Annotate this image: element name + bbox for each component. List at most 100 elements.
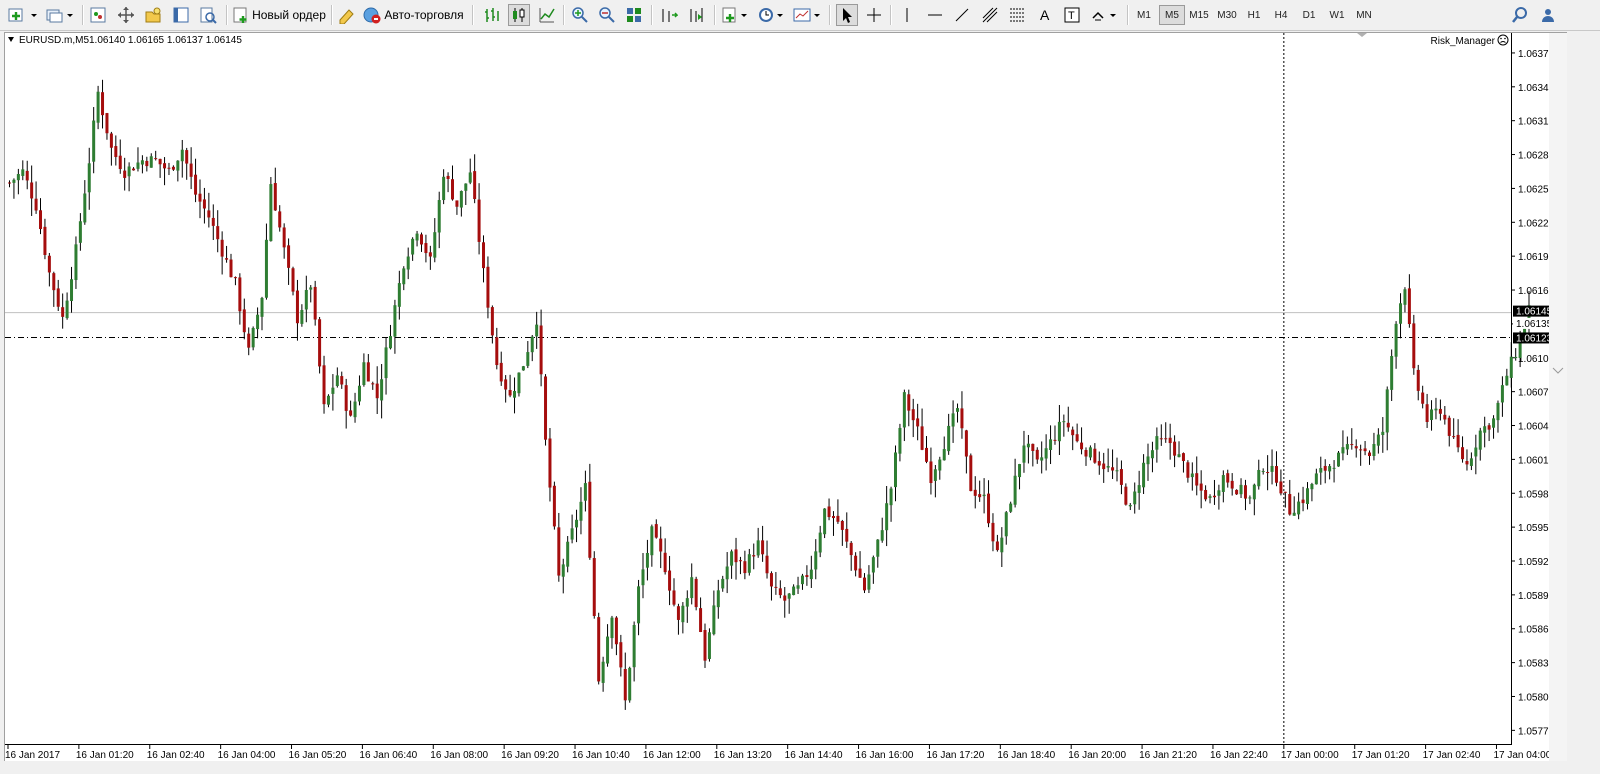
x-tick-label: 16 Jan 14:40	[785, 750, 843, 761]
profiles-button[interactable]	[44, 4, 76, 26]
timeframe-m30-button[interactable]: M30	[1214, 5, 1240, 25]
candle-body	[96, 91, 100, 123]
candle-body	[269, 184, 273, 242]
candle-body	[831, 516, 835, 519]
timeframe-w1-button[interactable]: W1	[1324, 5, 1350, 25]
tile-windows-icon[interactable]	[624, 4, 644, 26]
candle-body	[734, 549, 738, 563]
zoom-in-icon[interactable]	[570, 4, 590, 26]
candle-body	[1026, 443, 1030, 448]
candle-body	[1292, 512, 1296, 516]
candle	[592, 551, 596, 619]
candle-body	[331, 387, 335, 394]
candle-body	[397, 283, 401, 307]
timeframe-h1-button[interactable]: H1	[1241, 5, 1267, 25]
text-label-icon[interactable]: T	[1062, 4, 1082, 26]
arrows-button[interactable]	[1089, 4, 1121, 26]
vertical-line-icon[interactable]	[897, 4, 917, 26]
timeframe-d1-button[interactable]: D1	[1296, 5, 1322, 25]
candle-body	[1190, 473, 1194, 478]
candle-body	[198, 193, 202, 202]
candle-body	[778, 588, 782, 596]
trendline-icon[interactable]	[952, 4, 972, 26]
candle-body	[282, 227, 286, 248]
candle-body	[1261, 471, 1265, 473]
timeframe-h4-button[interactable]: H4	[1268, 5, 1294, 25]
auto-scroll-icon[interactable]	[658, 4, 680, 26]
metaeditor-icon[interactable]	[336, 4, 356, 26]
candle-body	[561, 564, 565, 577]
periods-button[interactable]	[756, 4, 786, 26]
bar-chart-icon[interactable]	[482, 4, 502, 26]
line-chart-icon[interactable]	[537, 4, 557, 26]
chart-plot-area[interactable]	[5, 33, 1511, 745]
community-icon[interactable]	[1538, 4, 1558, 26]
candle-body	[287, 245, 291, 268]
candle-body	[659, 538, 663, 552]
market-watch-icon[interactable]	[88, 4, 108, 26]
search-icon[interactable]	[1510, 4, 1530, 26]
candle-body	[158, 158, 162, 165]
candlestick-chart-icon[interactable]	[508, 4, 530, 26]
candle-body	[1478, 430, 1482, 450]
candle-body	[769, 573, 773, 587]
price-scale-scroll-strip[interactable]	[1549, 33, 1567, 761]
candle-body	[393, 305, 397, 337]
candle-body	[1288, 494, 1292, 515]
candle-body	[180, 149, 184, 162]
candle-body	[1128, 505, 1132, 507]
timeframe-mn-button[interactable]: MN	[1351, 5, 1377, 25]
new-order-button[interactable]: Новый ордер	[232, 4, 328, 26]
candle-body	[1385, 389, 1389, 433]
candle-body	[929, 461, 933, 484]
indicators-button[interactable]	[720, 4, 750, 26]
x-tick-label: 16 Jan 21:20	[1139, 750, 1197, 761]
chart-window[interactable]: 1.06375 1.06345 1.06315 1.06285 1.06255 1.062…	[4, 32, 1567, 761]
timeframe-m1-button[interactable]: M1	[1131, 5, 1157, 25]
candle-body	[140, 160, 144, 165]
data-window-icon[interactable]	[143, 4, 163, 26]
timeframe-m5-button[interactable]: M5	[1159, 5, 1185, 25]
timeframe-m15-button[interactable]: M15	[1186, 5, 1212, 25]
cursor-icon[interactable]	[836, 4, 858, 26]
candle-body	[1102, 463, 1106, 470]
candle-body	[1071, 429, 1075, 436]
candle-body	[973, 489, 977, 496]
eurusd-m5-chart[interactable]: 1.063751.063451.063151.062851.062551.062…	[5, 33, 1567, 761]
candle-body	[1274, 466, 1278, 483]
candle-body	[1305, 488, 1309, 505]
equidistant-channel-icon[interactable]	[980, 4, 1000, 26]
candle-body	[668, 570, 672, 591]
text-icon[interactable]: A	[1035, 4, 1055, 26]
tester-icon[interactable]	[198, 4, 218, 26]
candle-body	[1204, 489, 1208, 500]
candle-body	[947, 425, 951, 452]
auto-trading-button[interactable]: Авто-торговля	[362, 4, 466, 26]
templates-button[interactable]	[791, 4, 823, 26]
candle-body	[1341, 447, 1345, 454]
candle-body	[388, 336, 392, 349]
candle-body	[840, 520, 844, 530]
terminal-icon[interactable]	[171, 4, 191, 26]
candle-body	[1319, 468, 1323, 473]
candle	[96, 85, 100, 130]
candle-body	[464, 183, 468, 191]
candle-body	[1181, 453, 1185, 462]
crosshair-icon[interactable]	[864, 4, 884, 26]
new-order-label: Новый ордер	[252, 8, 326, 22]
candle	[313, 280, 317, 326]
chart-shift-icon[interactable]	[686, 4, 708, 26]
candle-body	[211, 217, 215, 226]
zoom-out-icon[interactable]	[597, 4, 617, 26]
candle-body	[251, 327, 255, 348]
candle-body	[127, 166, 131, 177]
candle-body	[1390, 356, 1394, 390]
candle-body	[1266, 472, 1270, 474]
candle-body	[52, 273, 56, 291]
candle-body	[185, 150, 189, 164]
candle-body	[902, 392, 906, 428]
new-chart-button[interactable]	[6, 4, 38, 26]
horizontal-line-icon[interactable]	[925, 4, 945, 26]
navigator-icon[interactable]	[116, 4, 136, 26]
fibonacci-icon[interactable]	[1007, 4, 1027, 26]
